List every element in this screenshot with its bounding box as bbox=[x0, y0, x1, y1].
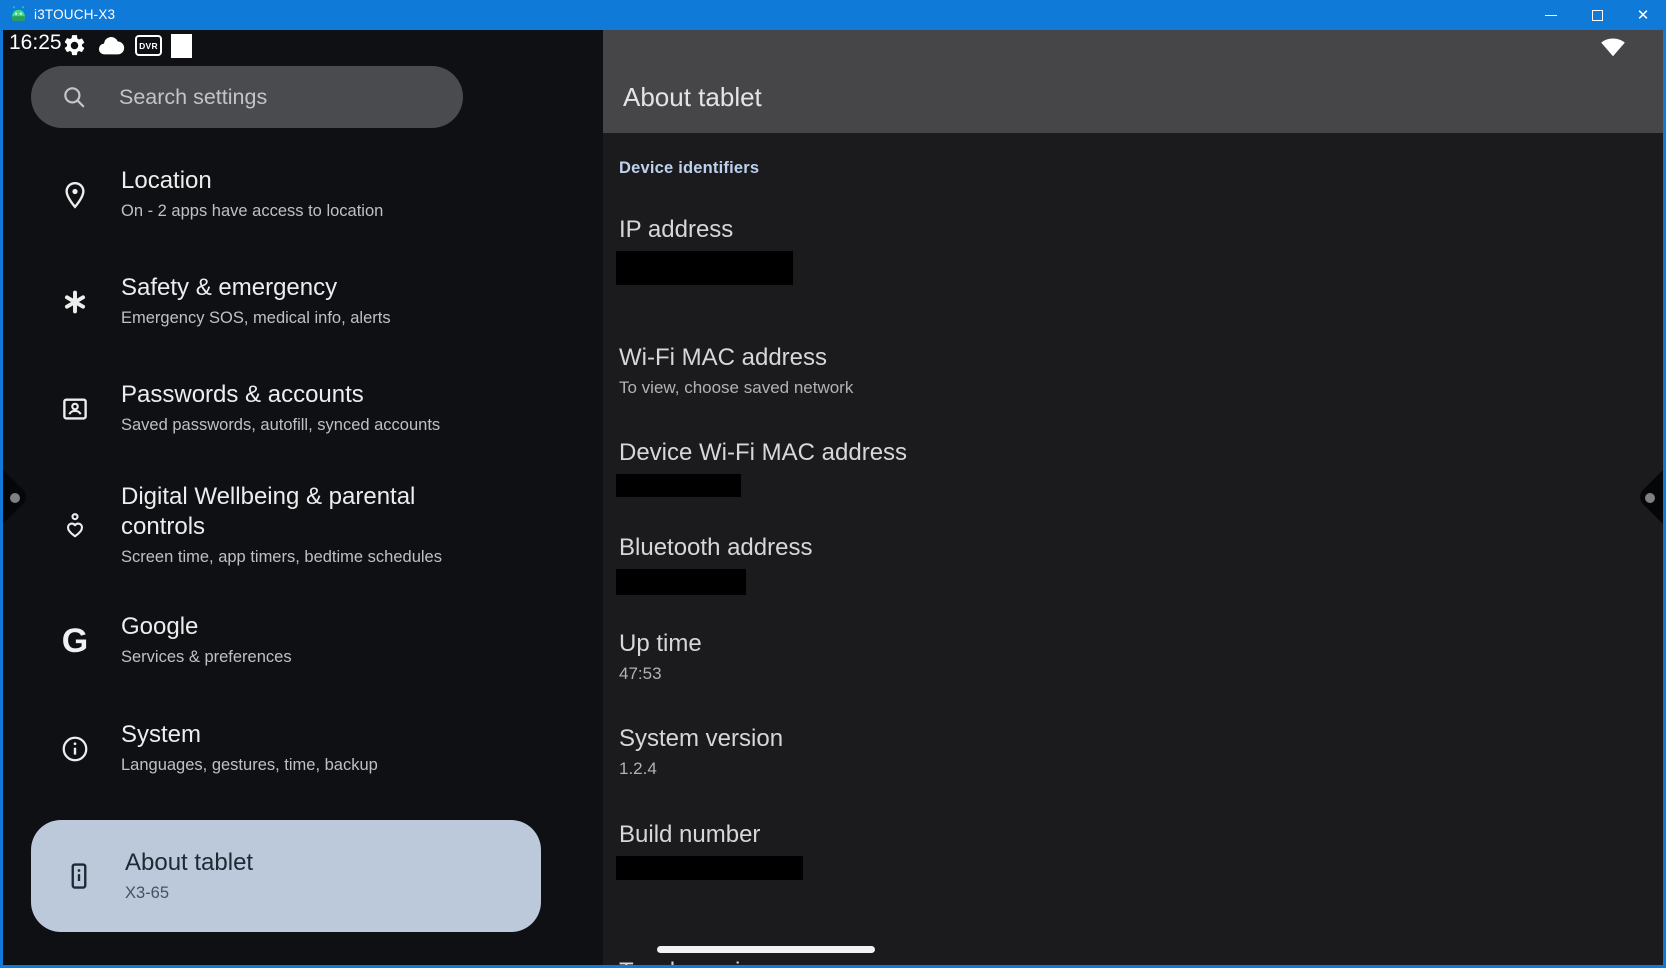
right-edge-handle-dot bbox=[1645, 493, 1655, 503]
dvr-badge-icon: DVR bbox=[135, 35, 162, 56]
row-value: 47:53 bbox=[619, 662, 702, 686]
location-pin-icon bbox=[53, 173, 97, 217]
row-ip-address[interactable]: IP address bbox=[619, 215, 793, 285]
search-placeholder: Search settings bbox=[119, 85, 267, 110]
redacted-value bbox=[616, 569, 746, 595]
maximize-icon bbox=[1592, 10, 1603, 21]
item-text: Location On - 2 apps have access to loca… bbox=[121, 166, 383, 223]
item-text: Google Services & preferences bbox=[121, 612, 292, 669]
item-description: Services & preferences bbox=[121, 645, 292, 669]
window-title: i3TOUCH-X3 bbox=[34, 0, 115, 30]
item-text: About tablet X3-65 bbox=[125, 848, 253, 905]
status-icons: DVR bbox=[62, 33, 192, 58]
android-logo-icon bbox=[9, 5, 28, 24]
row-label: Wi-Fi MAC address bbox=[619, 343, 853, 373]
sidebar-item-system[interactable]: System Languages, gestures, time, backup bbox=[53, 720, 378, 777]
row-device-wifi-mac-address[interactable]: Device Wi-Fi MAC address bbox=[619, 438, 907, 497]
item-label: Safety & emergency bbox=[121, 273, 391, 303]
close-icon: ✕ bbox=[1637, 6, 1650, 24]
row-label: System version bbox=[619, 724, 783, 754]
tablet-info-icon bbox=[57, 854, 101, 898]
window-titlebar: i3TOUCH-X3 ✕ bbox=[0, 0, 1666, 30]
panel-title: About tablet bbox=[623, 82, 762, 112]
item-label: Google bbox=[121, 612, 292, 642]
panel-content: Device identifiers IP address Wi-Fi MAC … bbox=[603, 133, 1663, 965]
item-text: Digital Wellbeing & parental controls Sc… bbox=[121, 482, 461, 569]
item-description: Emergency SOS, medical info, alerts bbox=[121, 306, 391, 330]
redacted-value bbox=[616, 251, 793, 285]
maximize-button[interactable] bbox=[1574, 0, 1620, 30]
search-settings-input[interactable]: Search settings bbox=[31, 66, 463, 128]
account-badge-icon bbox=[53, 387, 97, 431]
row-value: To view, choose saved network bbox=[619, 376, 853, 400]
settings-sidebar: 16:25 DVR Search settings Locatio bbox=[3, 30, 603, 965]
item-description: On - 2 apps have access to location bbox=[121, 199, 383, 223]
item-text: Passwords & accounts Saved passwords, au… bbox=[121, 380, 440, 437]
row-up-time[interactable]: Up time 47:53 bbox=[619, 629, 702, 686]
window-controls: ✕ bbox=[1528, 0, 1666, 30]
google-g-icon: G bbox=[53, 619, 97, 663]
row-value: 1.2.4 bbox=[619, 757, 783, 781]
redacted-value bbox=[616, 856, 803, 880]
android-status-bar: 16:25 DVR bbox=[3, 30, 603, 60]
app-square-icon bbox=[171, 34, 192, 58]
left-edge-handle-dot bbox=[10, 493, 20, 503]
item-label: Passwords & accounts bbox=[121, 380, 440, 410]
row-system-version[interactable]: System version 1.2.4 bbox=[619, 724, 783, 781]
item-text: System Languages, gestures, time, backup bbox=[121, 720, 378, 777]
item-label: Location bbox=[121, 166, 383, 196]
scroll-indicator[interactable] bbox=[657, 946, 875, 953]
item-label: About tablet bbox=[125, 848, 253, 878]
wellbeing-heart-icon bbox=[53, 504, 97, 548]
row-label: Up time bbox=[619, 629, 702, 659]
row-build-number[interactable]: Build number bbox=[619, 820, 803, 880]
wifi-status-icon bbox=[1600, 37, 1626, 57]
sidebar-item-passwords-accounts[interactable]: Passwords & accounts Saved passwords, au… bbox=[53, 380, 440, 437]
window-border-left bbox=[0, 30, 3, 968]
cloud-icon bbox=[96, 34, 126, 58]
about-tablet-panel: About tablet Device identifiers IP addre… bbox=[603, 30, 1663, 965]
info-circle-icon bbox=[53, 727, 97, 771]
minimize-button[interactable] bbox=[1528, 0, 1574, 30]
close-button[interactable]: ✕ bbox=[1620, 0, 1666, 30]
minimize-icon bbox=[1545, 15, 1557, 16]
item-description: Saved passwords, autofill, synced accoun… bbox=[121, 413, 440, 437]
sidebar-item-about-tablet[interactable]: About tablet X3-65 bbox=[31, 820, 541, 932]
row-label: Bluetooth address bbox=[619, 533, 812, 563]
row-bluetooth-address[interactable]: Bluetooth address bbox=[619, 533, 812, 595]
item-text: Safety & emergency Emergency SOS, medica… bbox=[121, 273, 391, 330]
item-label: System bbox=[121, 720, 378, 750]
item-label: Digital Wellbeing & parental controls bbox=[121, 482, 461, 542]
redacted-value bbox=[616, 474, 741, 497]
item-description: Screen time, app timers, bedtime schedul… bbox=[121, 545, 461, 569]
search-icon bbox=[61, 84, 87, 110]
sidebar-item-google[interactable]: G Google Services & preferences bbox=[53, 612, 292, 669]
item-description: X3-65 bbox=[125, 881, 253, 905]
status-clock: 16:25 bbox=[9, 31, 62, 55]
panel-header: About tablet bbox=[603, 30, 1663, 133]
item-description: Languages, gestures, time, backup bbox=[121, 753, 378, 777]
row-label: IP address bbox=[619, 215, 793, 245]
sidebar-item-location[interactable]: Location On - 2 apps have access to loca… bbox=[53, 166, 383, 223]
sidebar-item-safety-emergency[interactable]: Safety & emergency Emergency SOS, medica… bbox=[53, 273, 391, 330]
asterisk-icon bbox=[53, 280, 97, 324]
settings-gear-icon bbox=[62, 33, 87, 58]
sidebar-item-digital-wellbeing[interactable]: Digital Wellbeing & parental controls Sc… bbox=[53, 482, 461, 569]
row-label: Device Wi-Fi MAC address bbox=[619, 438, 907, 468]
section-header: Device identifiers bbox=[619, 159, 759, 178]
row-label: Build number bbox=[619, 820, 803, 850]
row-wifi-mac-address[interactable]: Wi-Fi MAC address To view, choose saved … bbox=[619, 343, 853, 400]
